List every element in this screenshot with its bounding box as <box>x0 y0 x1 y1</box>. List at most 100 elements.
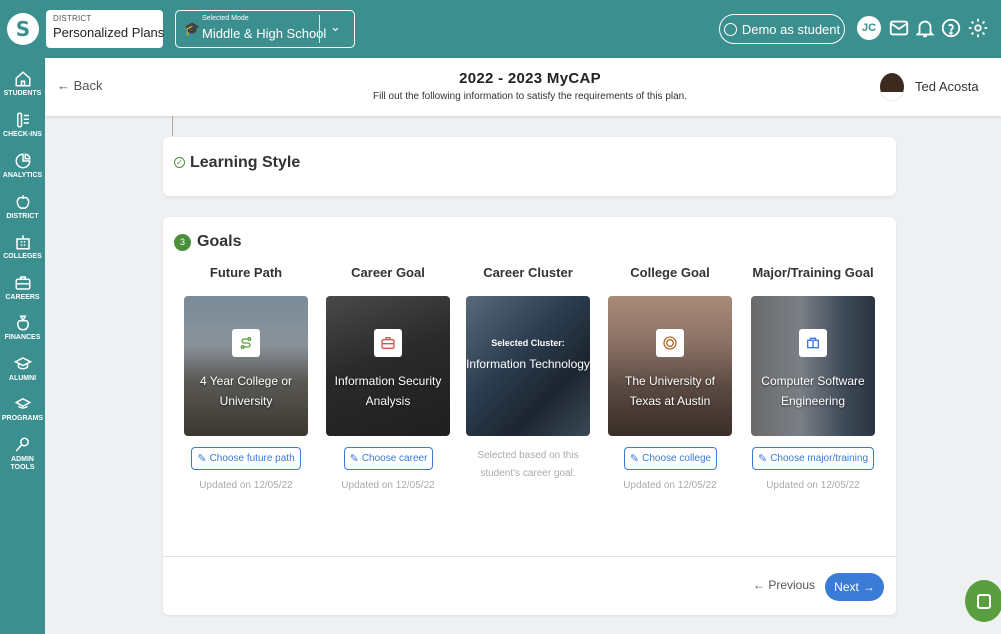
help-icon[interactable] <box>940 17 962 39</box>
sidebar-item-label-line2: TOOLS <box>10 464 35 471</box>
school-icon <box>0 233 45 253</box>
college-goal-tile[interactable]: The University of Texas at Austin <box>608 296 732 436</box>
student-photo <box>880 73 904 101</box>
major-training-tile[interactable]: Computer Software Engineering <box>751 296 875 436</box>
mode-value: Middle & High School <box>202 26 327 41</box>
college-goal-column: College Goal The University of Texas at … <box>600 265 740 491</box>
check-icon: ✓ <box>174 157 185 168</box>
tile-text: Information Technology <box>466 357 590 371</box>
sidebar-item-alumni[interactable]: ALUMNI <box>0 355 45 383</box>
programs-icon <box>0 395 45 415</box>
sidebar-item-label: COLLEGES <box>3 253 42 260</box>
sidebar-item-colleges[interactable]: COLLEGES <box>0 233 45 261</box>
checklist-icon <box>0 111 45 131</box>
sidebar-item-programs[interactable]: PROGRAMS <box>0 395 45 423</box>
sidebar-item-analytics[interactable]: ANALYTICS <box>0 152 45 180</box>
sidebar-item-district[interactable]: DISTRICT <box>0 193 45 221</box>
cluster-note: Selected based on this student's career … <box>477 450 579 479</box>
student-name: Ted Acosta <box>915 79 979 94</box>
graduation-cap-icon: 🎓 <box>184 21 201 36</box>
sidebar-item-label: CAREERS <box>5 294 40 301</box>
column-title: Major/Training Goal <box>752 265 874 280</box>
avatar[interactable]: JC <box>857 16 881 40</box>
pie-chart-icon <box>0 152 45 172</box>
career-goal-tile[interactable]: Information Security Analysis <box>326 296 450 436</box>
logo-letter: S <box>15 17 31 41</box>
goals-section: 3 Goals Future Path 4 Year College or Un… <box>163 217 896 615</box>
back-button[interactable]: ← Back <box>57 78 103 93</box>
money-bag-icon <box>0 314 45 334</box>
university-seal-icon <box>656 329 684 357</box>
chevron-down-icon[interactable]: ⌄ <box>330 19 341 35</box>
tile-text: Computer Software Engineering <box>761 374 865 408</box>
sidebar-item-admin-tools[interactable]: ADMIN TOOLS <box>0 436 45 472</box>
learning-style-section[interactable]: ✓ Learning Style <box>163 137 896 196</box>
choose-career-button[interactable]: ✎ Choose career <box>344 447 433 470</box>
career-cluster-column: Career Cluster Selected Cluster: Informa… <box>458 265 598 479</box>
selected-cluster-label: Selected Cluster: <box>491 338 565 348</box>
district-label: DISTRICT <box>53 14 92 23</box>
sidebar-item-label: ADMIN <box>11 456 34 463</box>
mode-selector[interactable]: 🎓 Selected Mode Middle & High School ⌄ <box>175 10 355 48</box>
mode-label: Selected Mode <box>202 15 249 22</box>
previous-label: Previous <box>768 578 816 592</box>
button-label: Choose major/training <box>770 453 869 464</box>
major-training-goal-column: Major/Training Goal Computer Software En… <box>743 265 883 491</box>
sidebar-item-label: PROGRAMS <box>1 415 44 422</box>
gear-icon[interactable] <box>967 17 989 39</box>
sidebar-item-careers[interactable]: CAREERS <box>0 274 45 302</box>
bell-icon[interactable] <box>914 17 936 39</box>
previous-button[interactable]: ← Previous <box>753 578 815 592</box>
top-bar: S DISTRICT Personalized Plans 🎓 Selected… <box>0 0 1001 58</box>
button-label: Choose career <box>361 453 428 464</box>
page-title: 2022 - 2023 MyCAP <box>459 70 601 87</box>
sidebar-item-label: ALUMNI <box>8 375 37 382</box>
updated-date: Updated on 12/05/22 <box>766 480 860 491</box>
sidebar-item-label: STUDENTS <box>3 90 42 97</box>
graduation-cap-icon <box>0 355 45 375</box>
column-title: Career Goal <box>351 265 425 280</box>
user-circle-icon <box>723 22 737 36</box>
updated-date: Updated on 12/05/22 <box>199 480 293 491</box>
sidebar-item-students[interactable]: STUDENTS <box>0 70 45 98</box>
next-label: Next <box>834 580 859 594</box>
back-label: Back <box>73 78 103 93</box>
next-button[interactable]: Next → <box>825 573 884 601</box>
tile-text: The University of Texas at Austin <box>624 374 716 408</box>
updated-date: Updated on 12/05/22 <box>341 480 435 491</box>
pencil-icon: ✎ <box>629 453 640 465</box>
sidebar-item-check-ins[interactable]: CHECK-INS <box>0 111 45 139</box>
choose-major-training-button[interactable]: ✎ Choose major/training <box>752 447 874 470</box>
step-number-badge: 3 <box>174 234 191 251</box>
sidebar-item-label: CHECK-INS <box>3 131 42 138</box>
mail-icon[interactable] <box>888 17 910 39</box>
path-icon <box>232 329 260 357</box>
wrench-icon <box>0 436 45 456</box>
plan-header: ← Back 2022 - 2023 MyCAP Fill out the fo… <box>45 58 1001 116</box>
demo-as-student-button[interactable]: Demo as student <box>719 14 845 44</box>
sidebar-item-finances[interactable]: FINANCES <box>0 314 45 342</box>
chat-launcher-button[interactable] <box>965 580 1001 622</box>
pencil-icon: ✎ <box>757 453 768 465</box>
briefcase-icon <box>374 329 402 357</box>
demo-label: Demo as student <box>741 21 841 37</box>
updated-date: Updated on 12/05/22 <box>623 480 717 491</box>
button-label: Choose future path <box>209 453 295 464</box>
page-subtitle: Fill out the following information to sa… <box>372 91 688 102</box>
district-selector[interactable]: DISTRICT Personalized Plans <box>46 10 164 48</box>
learning-style-title: Learning Style <box>190 154 301 171</box>
sidebar-item-label: FINANCES <box>4 334 41 341</box>
tile-text: 4 Year College or University <box>199 374 293 408</box>
career-goal-column: Career Goal Information Security Analysi… <box>318 265 458 491</box>
app-logo[interactable]: S <box>7 13 39 45</box>
pencil-icon: ✎ <box>349 453 359 465</box>
briefcase-icon <box>0 274 45 294</box>
home-icon <box>0 70 45 90</box>
sidebar: STUDENTS CHECK-INS ANALYTICS DISTRICT CO… <box>0 58 45 634</box>
choose-college-button[interactable]: ✎ Choose college <box>624 447 717 470</box>
chat-icon <box>977 593 991 609</box>
goals-title: Goals <box>197 233 242 250</box>
choose-future-path-button[interactable]: ✎ Choose future path <box>191 447 301 470</box>
future-path-tile[interactable]: 4 Year College or University <box>184 296 308 436</box>
sidebar-item-label: ANALYTICS <box>2 172 43 179</box>
